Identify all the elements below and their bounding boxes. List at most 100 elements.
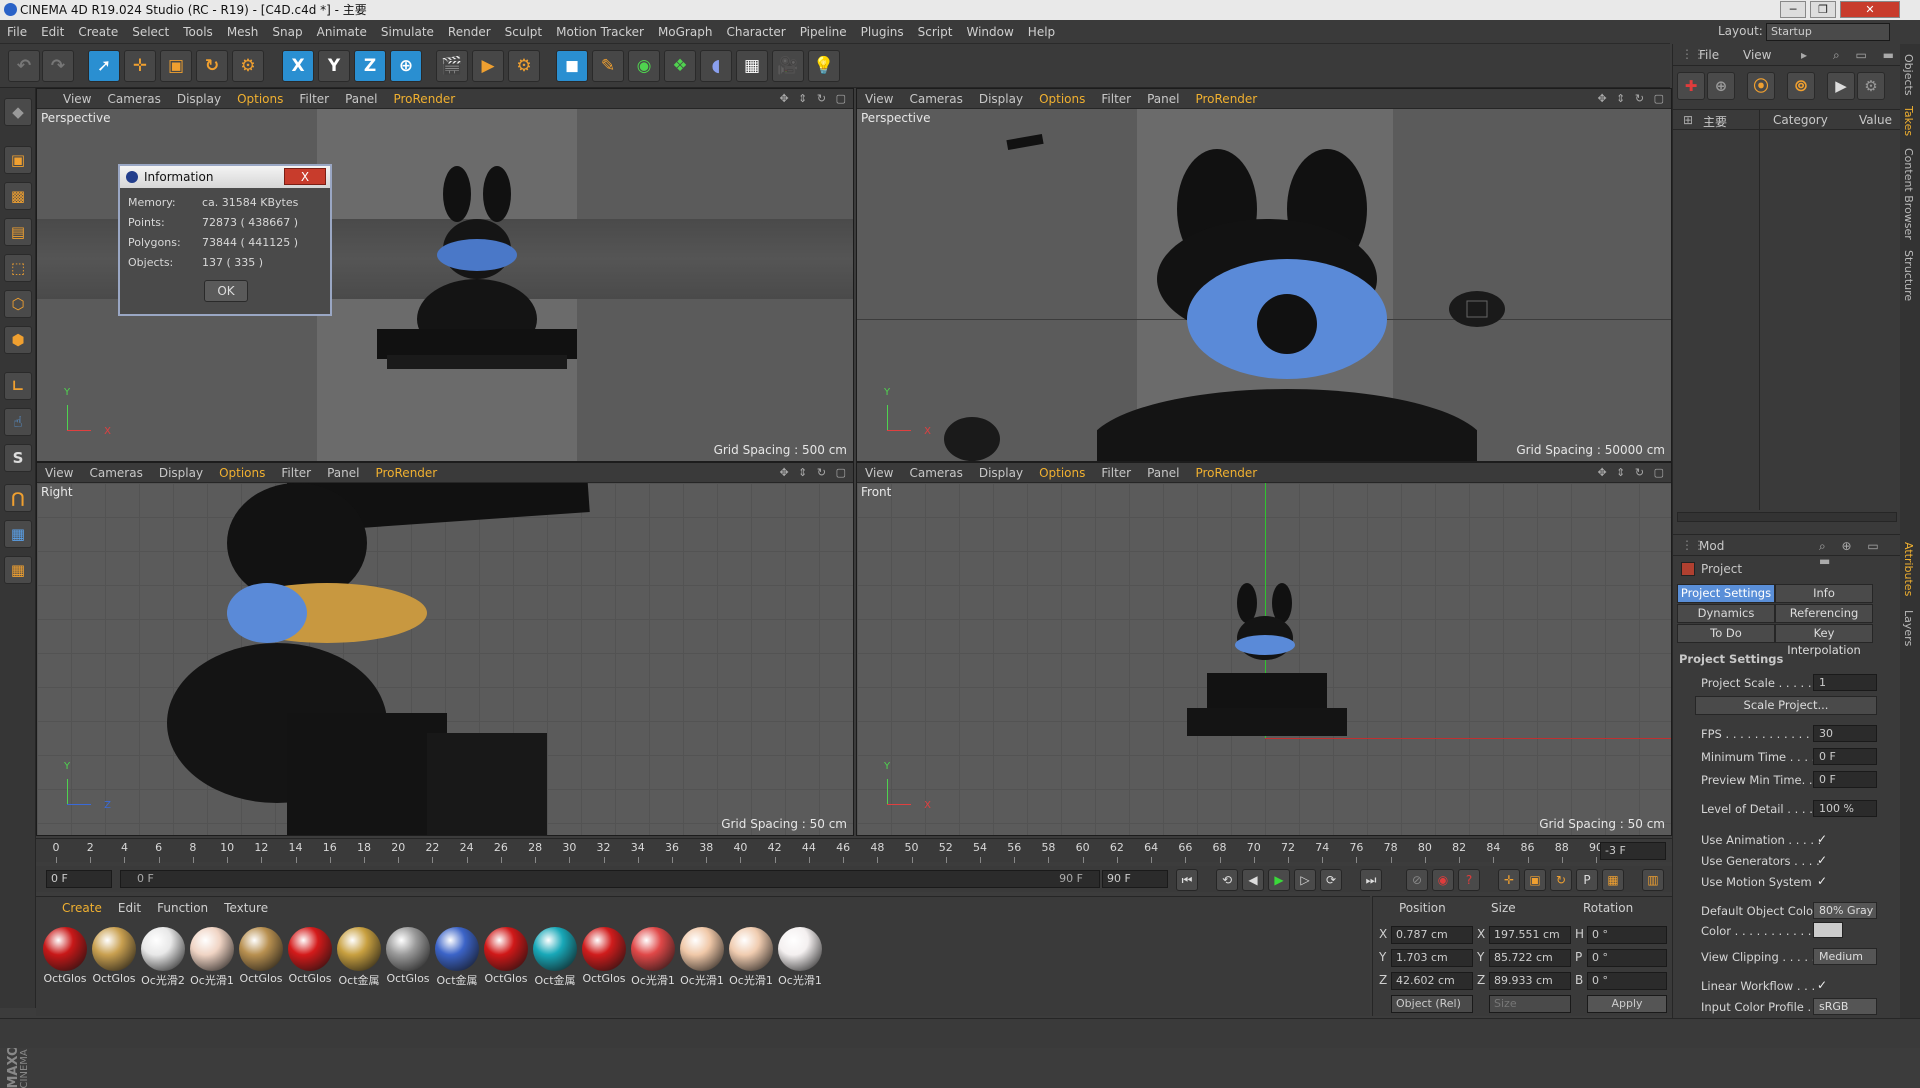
dialog-close-button[interactable]: X: [284, 168, 326, 185]
rotation-b-field[interactable]: 0 °: [1587, 972, 1667, 990]
y-axis-lock-button[interactable]: Y: [318, 50, 350, 82]
vp-menu-filter[interactable]: Filter: [1093, 89, 1139, 109]
end-frame-field[interactable]: 90 F: [1102, 870, 1168, 888]
material-swatch[interactable]: Oct金属: [532, 927, 578, 988]
scale-icon[interactable]: ▣: [160, 50, 192, 82]
material-swatch[interactable]: Oc光滑1: [679, 927, 725, 988]
redo-icon[interactable]: ↷: [42, 50, 74, 82]
override-group-icon[interactable]: ⦾: [1787, 72, 1815, 100]
vp-menu-display[interactable]: Display: [971, 89, 1031, 109]
mat-menu-create[interactable]: Create: [36, 897, 110, 919]
fps-field[interactable]: 30: [1813, 725, 1877, 742]
take-settings-icon[interactable]: ⚙: [1857, 72, 1885, 100]
menu-script[interactable]: Script: [911, 20, 960, 44]
use-animation-checkbox[interactable]: ✓: [1817, 832, 1831, 846]
position-key-icon[interactable]: ✛: [1498, 869, 1520, 891]
pla-key-icon[interactable]: ▦: [1602, 869, 1624, 891]
planar-workplane-icon[interactable]: ▦: [4, 556, 32, 584]
autokey-icon[interactable]: ◉: [1432, 869, 1454, 891]
viewport-front[interactable]: ViewCamerasDisplayOptionsFilterPanelProR…: [856, 462, 1672, 836]
material-swatch[interactable]: OctGlos: [581, 927, 627, 985]
restore-button[interactable]: ❐: [1810, 1, 1836, 18]
record-keys-icon[interactable]: ⊘: [1406, 869, 1428, 891]
start-frame-field[interactable]: 0 F: [46, 870, 112, 888]
vp-menu-view[interactable]: View: [37, 89, 99, 109]
vp-menu-options[interactable]: Options: [211, 463, 273, 483]
model-mode-icon[interactable]: ▣: [4, 146, 32, 174]
tweak-mode-icon[interactable]: ☝: [4, 408, 32, 436]
prev-key-icon[interactable]: ⟲: [1216, 869, 1238, 891]
vp-menu-panel[interactable]: Panel: [319, 463, 367, 483]
menu-render[interactable]: Render: [441, 20, 498, 44]
view-clipping-dropdown[interactable]: Medium: [1813, 948, 1877, 965]
vp-menu-view[interactable]: View: [857, 89, 901, 109]
move-icon[interactable]: ✛: [124, 50, 156, 82]
material-swatch[interactable]: Oc光滑1: [728, 927, 774, 988]
tab-to-do[interactable]: To Do: [1677, 624, 1775, 643]
z-axis-lock-button[interactable]: Z: [354, 50, 386, 82]
play-icon[interactable]: ▶: [1268, 869, 1290, 891]
polygons-mode-icon[interactable]: ⬢: [4, 326, 32, 354]
viewport-right[interactable]: ViewCamerasDisplayOptionsFilterPanelProR…: [36, 462, 854, 836]
scale-project-button[interactable]: Scale Project...: [1695, 696, 1877, 715]
tab-referencing[interactable]: Referencing: [1775, 604, 1873, 623]
material-swatch[interactable]: OctGlos: [483, 927, 529, 985]
override-icon[interactable]: ⦿: [1747, 72, 1775, 100]
use-generators-checkbox[interactable]: ✓: [1817, 853, 1831, 867]
workplane-icon[interactable]: ▤: [4, 218, 32, 246]
mat-menu-function[interactable]: Function: [149, 897, 216, 919]
material-swatch[interactable]: OctGlos: [238, 927, 284, 985]
take-render-icon[interactable]: ▶: [1827, 72, 1855, 100]
parameter-key-icon[interactable]: P: [1576, 869, 1598, 891]
viewport-perspective-2[interactable]: ViewCamerasDisplayOptionsFilterPanelProR…: [856, 88, 1672, 462]
menu-mesh[interactable]: Mesh: [220, 20, 266, 44]
timeline-window-icon[interactable]: ▥: [1642, 869, 1664, 891]
rotation-h-field[interactable]: 0 °: [1587, 926, 1667, 944]
preview-min-field[interactable]: 0 F: [1813, 771, 1877, 788]
viewport-canvas[interactable]: Perspective YX Grid Spacing : 50000 cm: [857, 109, 1671, 461]
menu-create[interactable]: Create: [71, 20, 125, 44]
side-tab-attributes[interactable]: Attributes: [1902, 542, 1915, 596]
menu-mograph[interactable]: MoGraph: [651, 20, 720, 44]
viewport-canvas[interactable]: Right YZ Grid Spacing : 50 cm: [37, 483, 853, 835]
menu-edit[interactable]: Edit: [34, 20, 71, 44]
mat-menu-texture[interactable]: Texture: [216, 897, 276, 919]
default-color-dropdown[interactable]: 80% Gray: [1813, 902, 1877, 919]
viewport-nav-icons[interactable]: ✥ ⇕ ↻ ▢: [779, 463, 849, 483]
material-swatch[interactable]: OctGlos: [91, 927, 137, 985]
vp-menu-view[interactable]: View: [37, 463, 81, 483]
tab-dynamics[interactable]: Dynamics: [1677, 604, 1775, 623]
ok-button[interactable]: OK: [204, 280, 248, 302]
menu-animate[interactable]: Animate: [310, 20, 374, 44]
use-motion-checkbox[interactable]: ✓: [1817, 874, 1831, 888]
render-picture-viewer-icon[interactable]: ▶: [472, 50, 504, 82]
min-time-field[interactable]: 0 F: [1813, 748, 1877, 765]
attr-nav-icons[interactable]: ⌕ ⊕ ▭ ▬: [1819, 539, 1901, 568]
deformer-icon[interactable]: ◖: [700, 50, 732, 82]
next-frame-icon[interactable]: ▷: [1294, 869, 1316, 891]
collapse-icon[interactable]: ⊞: [1683, 113, 1693, 127]
scale-key-icon[interactable]: ▣: [1524, 869, 1546, 891]
prev-frame-icon[interactable]: ◀: [1242, 869, 1264, 891]
subdivision-icon[interactable]: ◉: [628, 50, 660, 82]
render-view-icon[interactable]: 🎬: [436, 50, 468, 82]
size-z-field[interactable]: 89.933 cm: [1489, 972, 1571, 990]
tab-project-settings[interactable]: Project Settings: [1677, 584, 1775, 603]
vp-menu-cameras[interactable]: Cameras: [99, 89, 168, 109]
vp-menu-filter[interactable]: Filter: [1093, 463, 1139, 483]
position-z-field[interactable]: 42.602 cm: [1391, 972, 1473, 990]
solo-icon[interactable]: S: [4, 444, 32, 472]
vp-menu-options[interactable]: Options: [229, 89, 291, 109]
tab-info[interactable]: Info: [1775, 584, 1873, 603]
vp-menu-panel[interactable]: Panel: [1139, 463, 1187, 483]
vp-menu-prorender[interactable]: ProRender: [385, 89, 463, 109]
edges-mode-icon[interactable]: ⬡: [4, 290, 32, 318]
frame-ruler[interactable]: 0246810121416182022242628303234363840424…: [50, 839, 1630, 863]
vp-menu-prorender[interactable]: ProRender: [367, 463, 445, 483]
add-take-icon[interactable]: ✚: [1677, 72, 1705, 100]
go-to-end-icon[interactable]: ⏭: [1360, 869, 1382, 891]
menu-snap[interactable]: Snap: [265, 20, 309, 44]
side-tab-structure[interactable]: Structure: [1902, 250, 1915, 301]
material-swatch[interactable]: Oct金属: [336, 927, 382, 988]
attr-menu-mode[interactable]: Mod: [1699, 539, 1724, 553]
